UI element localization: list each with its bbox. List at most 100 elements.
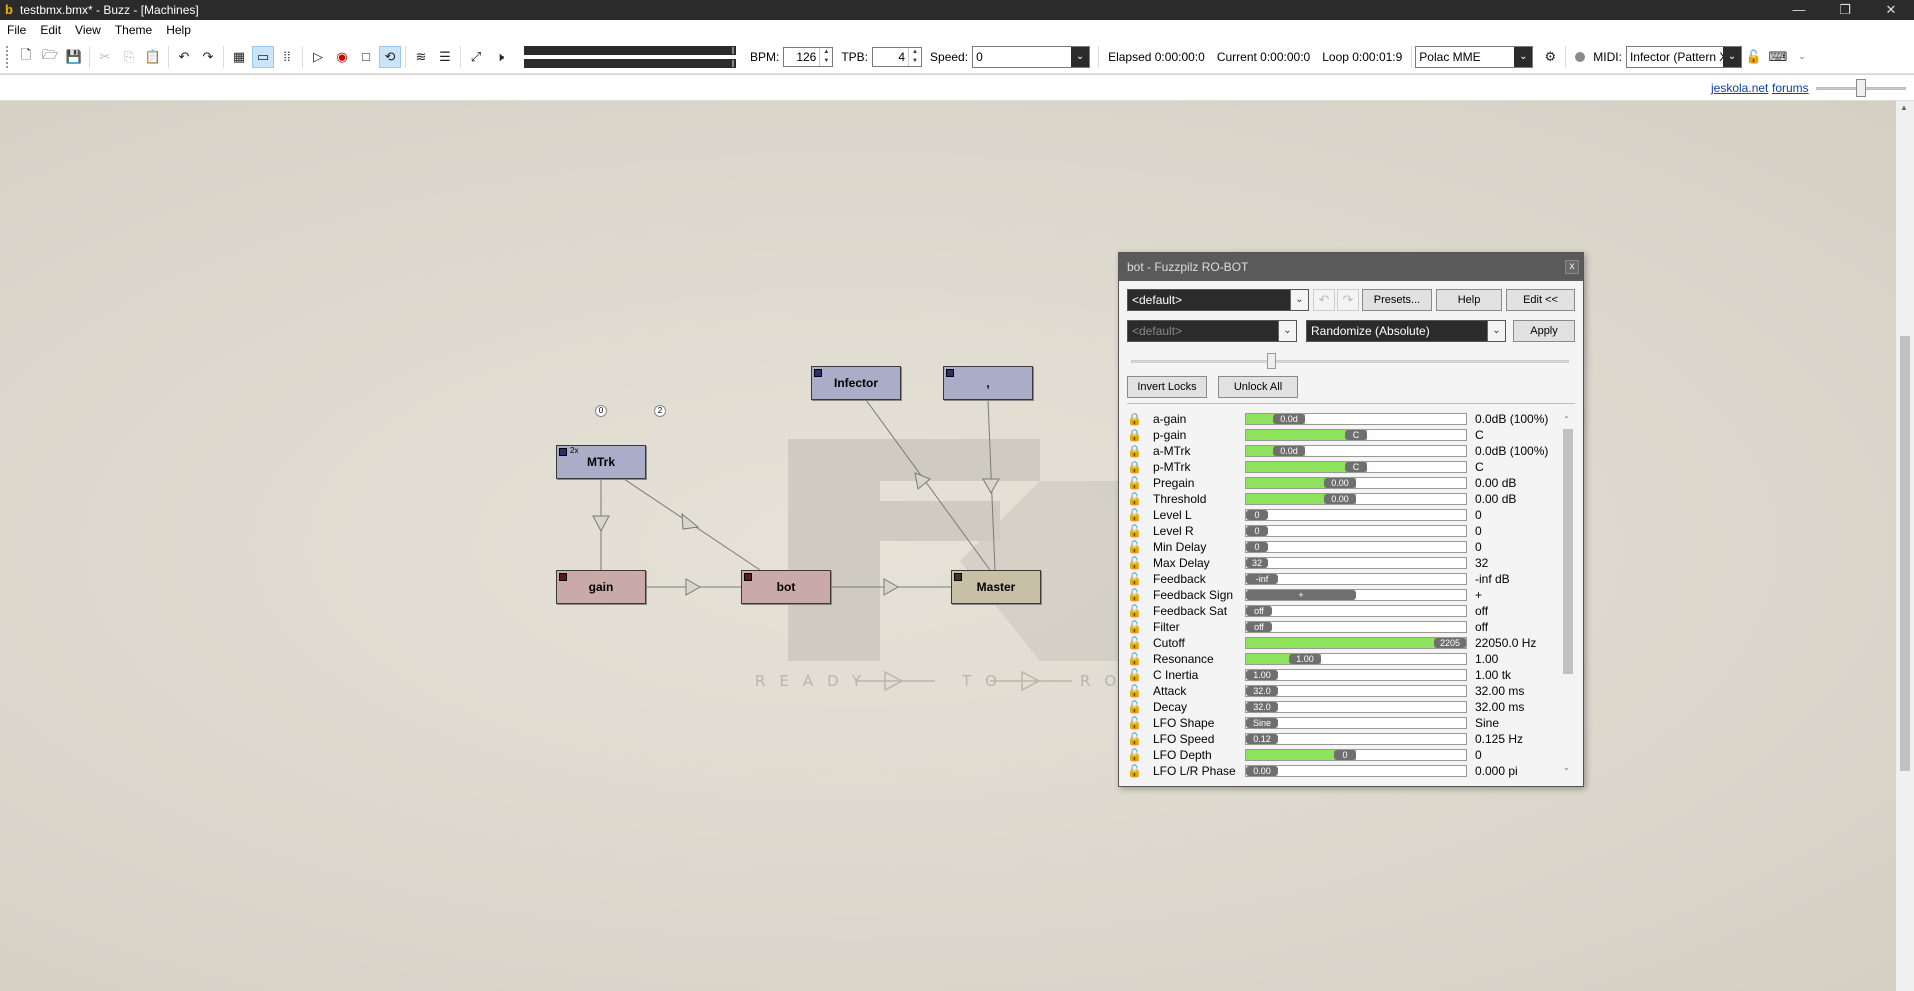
forums-link[interactable]: forums — [1772, 81, 1809, 95]
param-slider[interactable]: 0 — [1245, 509, 1467, 521]
morph-slider-track[interactable] — [1131, 360, 1569, 363]
machine-led-icon[interactable] — [744, 573, 752, 581]
undo-icon[interactable]: ↶ — [1313, 289, 1335, 311]
param-slider[interactable]: Sine — [1245, 717, 1467, 729]
chevron-down-icon[interactable]: ⌄ — [1278, 321, 1296, 341]
machine-infector[interactable]: Infector — [811, 366, 901, 400]
spin-down-icon[interactable]: ▼ — [820, 57, 832, 66]
param-slider[interactable]: 0.12 — [1245, 733, 1467, 745]
param-slider-knob[interactable]: 0.12 — [1246, 734, 1278, 744]
param-slider-knob[interactable]: off — [1246, 622, 1272, 632]
parameter-window-titlebar[interactable]: bot - Fuzzpilz RO-BOT x — [1119, 253, 1583, 281]
stop-icon[interactable]: □ — [355, 46, 377, 68]
machine-led-icon[interactable] — [559, 448, 567, 456]
keyboard-icon[interactable]: ⌨ — [1767, 46, 1789, 68]
midi-target-select[interactable]: Infector (Pattern X ⌄ — [1625, 45, 1742, 68]
wavetable-icon[interactable]: ≋ — [410, 46, 432, 68]
param-slider-knob[interactable]: C — [1345, 430, 1367, 440]
redo-icon[interactable]: ↷ — [1337, 289, 1359, 311]
new-file-icon[interactable]: 🗋 — [15, 46, 37, 68]
param-slider-knob[interactable]: -inf — [1246, 574, 1278, 584]
apply-button[interactable]: Apply — [1513, 320, 1575, 342]
param-slider[interactable]: C — [1245, 429, 1467, 441]
play-icon[interactable]: ▷ — [307, 46, 329, 68]
speed-select[interactable]: 0 ⌄ — [972, 45, 1091, 68]
fullscreen-icon[interactable]: ⤢ — [465, 46, 487, 68]
edit-button[interactable]: Edit << — [1506, 289, 1575, 311]
param-slider-knob[interactable]: 0.00 — [1246, 766, 1278, 776]
machine-mtrk[interactable]: 2x MTrk — [556, 445, 646, 479]
zoom-slider-thumb[interactable] — [1856, 79, 1866, 97]
param-slider-knob[interactable]: 0 — [1246, 526, 1268, 536]
close-button[interactable]: ✕ — [1868, 0, 1914, 20]
machine-led-icon[interactable] — [954, 573, 962, 581]
machine-view-icon[interactable]: ▭ — [252, 45, 274, 68]
machine-comma[interactable]: , — [943, 366, 1033, 400]
unlock-icon[interactable]: 🔓 — [1127, 572, 1142, 586]
param-slider[interactable]: 1.00 — [1245, 653, 1467, 665]
tpb-value[interactable]: 4 — [873, 50, 908, 64]
scrollbar-thumb[interactable] — [1900, 336, 1910, 771]
lock-icon[interactable]: 🔒 — [1127, 444, 1142, 458]
randomize-mode-select[interactable]: Randomize (Absolute) ⌄ — [1306, 320, 1506, 342]
scroll-up-icon[interactable]: ▲ — [1900, 103, 1908, 112]
gear-icon[interactable]: ⚙ — [1539, 46, 1561, 68]
param-slider[interactable]: 0.00 — [1245, 477, 1467, 489]
help-button[interactable]: Help — [1436, 289, 1502, 311]
param-slider-knob[interactable]: 32.0 — [1246, 686, 1278, 696]
unlock-icon[interactable]: 🔓 — [1127, 732, 1142, 746]
param-slider-knob[interactable]: off — [1246, 606, 1272, 616]
unlock-icon[interactable]: 🔓 — [1127, 636, 1142, 650]
param-slider-knob[interactable]: 0.00 — [1324, 478, 1356, 488]
morph-slider-thumb[interactable] — [1267, 353, 1276, 369]
wire-badge[interactable]: 0 — [595, 405, 607, 417]
param-slider[interactable]: 0.0d — [1245, 413, 1467, 425]
param-slider-knob[interactable]: 0.00 — [1324, 494, 1356, 504]
machine-view[interactable]: READY TO RO 0 2 Infector , 2x MTrk gain … — [0, 101, 1896, 991]
unlock-icon[interactable]: 🔓 — [1127, 508, 1142, 522]
param-slider[interactable]: 0 — [1245, 749, 1467, 761]
pattern-editor-icon[interactable]: ▦ — [228, 46, 250, 68]
machine-master[interactable]: Master — [951, 570, 1041, 604]
redo-icon[interactable]: ↷ — [197, 46, 219, 68]
param-slider[interactable]: 32 — [1245, 557, 1467, 569]
menu-edit[interactable]: Edit — [33, 20, 68, 40]
preset-select[interactable]: <default> ⌄ — [1127, 289, 1309, 311]
unlock-all-button[interactable]: Unlock All — [1218, 376, 1298, 398]
param-slider[interactable]: 32.0 — [1245, 701, 1467, 713]
cut-icon[interactable]: ✂ — [94, 46, 116, 68]
param-slider-knob[interactable]: 0 — [1334, 750, 1356, 760]
lock-icon[interactable]: 🔒 — [1127, 412, 1142, 426]
sequence-editor-icon[interactable]: ⁞⁞ — [276, 46, 298, 68]
machine-led-icon[interactable] — [559, 573, 567, 581]
scroll-down-icon[interactable]: ⌄ — [1563, 763, 1570, 772]
unlock-icon[interactable]: 🔓 — [1127, 524, 1142, 538]
param-slider[interactable]: + — [1245, 589, 1467, 601]
param-slider-knob[interactable]: 0 — [1246, 510, 1268, 520]
tpb-spinner[interactable]: 4 ▲ ▼ — [872, 46, 923, 67]
vertical-scrollbar[interactable]: ▲ — [1896, 101, 1914, 991]
chevron-down-icon[interactable]: ⌄ — [1290, 290, 1308, 310]
mute-icon[interactable]: 🕨 — [489, 46, 511, 68]
open-folder-icon[interactable]: 🗁 — [39, 46, 61, 68]
menu-help[interactable]: Help — [159, 20, 198, 40]
wire-badge[interactable]: 2 — [654, 405, 666, 417]
unlock-icon[interactable]: 🔓 — [1127, 588, 1142, 602]
unlock-icon[interactable]: 🔓 — [1127, 716, 1142, 730]
unlock-icon[interactable]: 🔓 — [1127, 476, 1142, 490]
unlock-icon[interactable]: 🔓 — [1127, 604, 1142, 618]
unlock-icon[interactable]: 🔓 — [1127, 540, 1142, 554]
copy-icon[interactable]: ⎘ — [118, 46, 140, 68]
toolbar-overflow-icon[interactable]: ⌄ — [1791, 46, 1813, 68]
param-slider-knob[interactable]: 32.0 — [1246, 702, 1278, 712]
param-slider-knob[interactable]: C — [1345, 462, 1367, 472]
param-slider[interactable]: 1.00 — [1245, 669, 1467, 681]
param-slider[interactable]: off — [1245, 621, 1467, 633]
machine-led-icon[interactable] — [814, 369, 822, 377]
menu-file[interactable]: File — [0, 20, 33, 40]
machine-bot[interactable]: bot — [741, 570, 831, 604]
chevron-down-icon[interactable]: ⌄ — [1514, 46, 1533, 67]
param-slider-knob[interactable]: 0.0d — [1273, 446, 1305, 456]
spin-up-icon[interactable]: ▲ — [909, 48, 921, 57]
menu-theme[interactable]: Theme — [108, 20, 159, 40]
